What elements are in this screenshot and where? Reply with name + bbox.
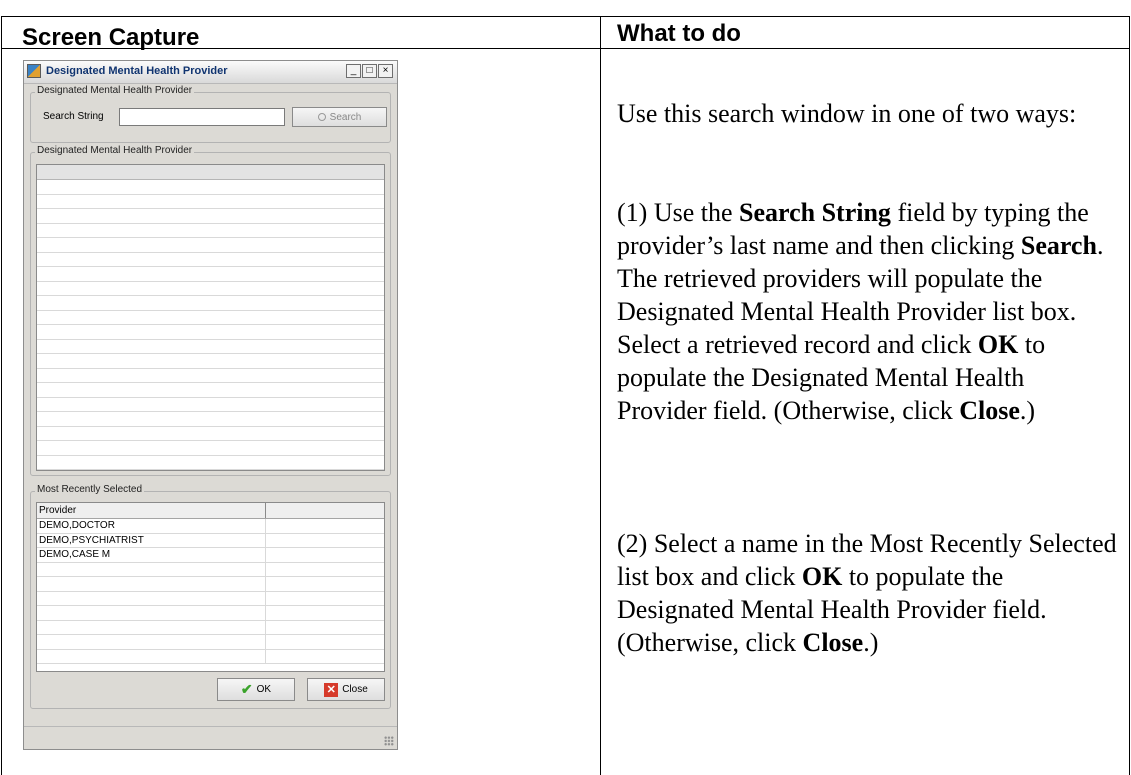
list-item[interactable] [37, 238, 384, 253]
list-item[interactable] [37, 412, 384, 427]
search-string-input[interactable] [119, 108, 285, 126]
list-item[interactable] [37, 282, 384, 296]
close-window-icon[interactable]: × [378, 64, 393, 78]
table-row[interactable] [37, 649, 384, 664]
provider-cell [37, 562, 266, 576]
recent-grid-header: Provider [37, 503, 384, 519]
table-row[interactable] [37, 562, 384, 577]
recent-group-label: Most Recently Selected [35, 484, 145, 495]
dialog-titlebar: Designated Mental Health Provider _ □ × [24, 61, 397, 84]
list-item[interactable] [37, 456, 384, 470]
maximize-icon[interactable]: □ [362, 64, 377, 78]
table-left-border [1, 16, 2, 775]
search-string-label: Search String [43, 111, 104, 122]
bold-term: Search String [739, 198, 891, 227]
resize-grip-icon[interactable] [384, 736, 394, 746]
instructions-step-1: (1) Use the Search String field by typin… [617, 196, 1117, 427]
list-item[interactable] [37, 441, 384, 456]
instructions-step-2: (2) Select a name in the Most Recently S… [617, 527, 1117, 659]
bold-term: Close [802, 628, 864, 657]
search-group-label: Designated Mental Health Provider [35, 85, 195, 96]
list-item[interactable] [37, 296, 384, 311]
close-button-label: Close [342, 684, 368, 695]
column-header-what-to-do: What to do [617, 20, 741, 47]
list-item[interactable] [37, 383, 384, 398]
bold-term: Search [1020, 231, 1097, 260]
provider-cell [37, 591, 266, 605]
list-item[interactable] [37, 369, 384, 383]
provider-cell: DEMO,PSYCHIATRIST [37, 533, 266, 547]
close-button[interactable]: ✕ Close [307, 678, 385, 701]
text-segment: (1) Use the [617, 198, 740, 227]
list-item[interactable] [37, 195, 384, 209]
bold-term: Close [959, 396, 1020, 425]
table-row[interactable] [37, 620, 384, 635]
list-item[interactable] [37, 253, 384, 267]
table-row[interactable] [37, 591, 384, 606]
bold-term: OK [801, 562, 843, 591]
table-row[interactable]: DEMO,DOCTOR [37, 519, 384, 534]
provider-cell [37, 577, 266, 591]
app-icon [27, 64, 41, 78]
list-item[interactable] [37, 354, 384, 369]
instructions-intro: Use this search window in one of two way… [617, 99, 1077, 128]
provider-column-header[interactable]: Provider [37, 503, 266, 518]
provider-cell [37, 606, 266, 620]
bold-term: OK [977, 330, 1019, 359]
table-top-border [1, 16, 1130, 17]
search-button-label: Search [329, 111, 362, 123]
results-list-header [37, 165, 384, 180]
provider-cell [37, 620, 266, 634]
recent-group: Most Recently Selected Provider DEMO,DOC… [30, 484, 391, 709]
list-item[interactable] [37, 311, 384, 325]
search-icon [317, 113, 326, 121]
window-controls: _ □ × [345, 64, 393, 79]
table-right-border [1129, 16, 1130, 775]
recent-providers-grid[interactable]: Provider DEMO,DOCTOR DEMO,PSYCHIATRIST DEM… [36, 502, 385, 672]
minimize-icon[interactable]: _ [346, 64, 361, 78]
provider-cell [37, 635, 266, 649]
provider-cell: DEMO,DOCTOR [37, 519, 266, 533]
list-item[interactable] [37, 209, 384, 224]
column-header-screen-capture: Screen Capture [22, 24, 200, 51]
table-row[interactable] [37, 606, 384, 621]
list-item[interactable] [37, 398, 384, 412]
list-item[interactable] [37, 325, 384, 340]
search-button[interactable]: Search [292, 107, 387, 127]
status-bar [24, 726, 397, 749]
table-row[interactable]: DEMO,PSYCHIATRIST [37, 533, 384, 548]
list-item[interactable] [37, 340, 384, 354]
list-item[interactable] [37, 267, 384, 282]
provider-cell [37, 649, 266, 663]
column-divider [600, 16, 601, 775]
ok-button-label: OK [256, 684, 272, 695]
dialog-title: Designated Mental Health Provider [46, 65, 228, 77]
table-row[interactable] [37, 577, 384, 592]
list-item[interactable] [37, 180, 384, 195]
checkmark-icon: ✔ [240, 681, 253, 697]
results-group: Designated Mental Health Provider [30, 145, 391, 476]
list-item[interactable] [37, 427, 384, 441]
table-row[interactable] [37, 635, 384, 650]
results-group-label: Designated Mental Health Provider [35, 145, 195, 156]
provider-results-list[interactable] [36, 164, 385, 471]
provider-search-dialog: Designated Mental Health Provider _ □ × … [23, 60, 398, 750]
text-segment: .) [863, 628, 879, 657]
search-group: Designated Mental Health Provider Search… [30, 85, 391, 143]
provider-cell: DEMO,CASE M [37, 548, 266, 562]
list-item[interactable] [37, 224, 384, 238]
ok-button[interactable]: ✔ OK [217, 678, 295, 701]
text-segment: .) [1019, 396, 1036, 425]
table-row[interactable]: DEMO,CASE M [37, 548, 384, 563]
close-x-icon: ✕ [324, 682, 339, 697]
